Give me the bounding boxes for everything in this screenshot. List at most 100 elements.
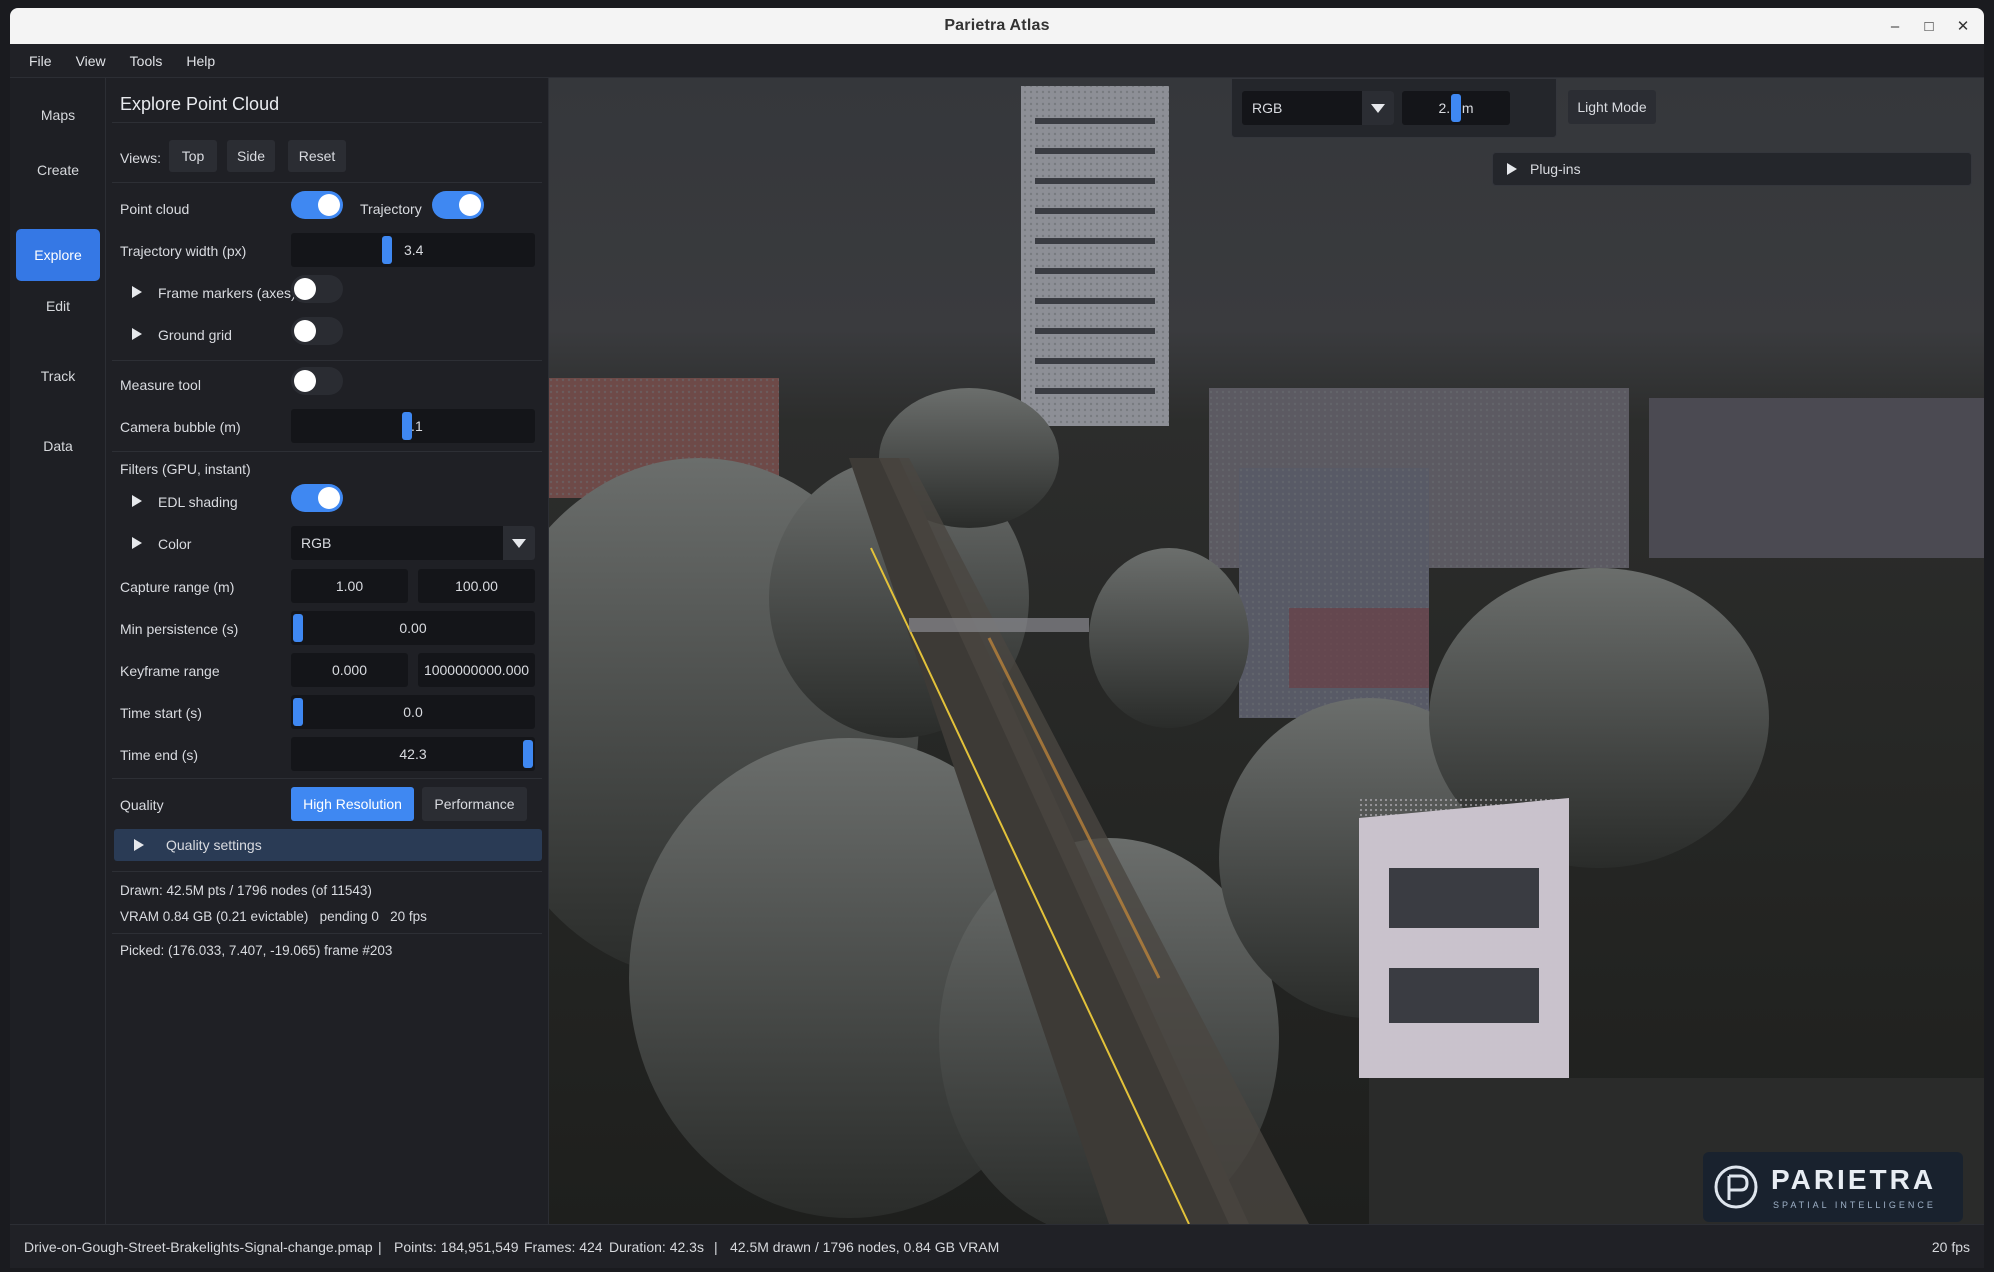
status-drawn: 42.5M drawn / 1796 nodes, 0.84 GB VRAM [730,1239,1000,1255]
keyframe-max-input[interactable]: 1000000000.000 [418,653,535,687]
capture-range-label: Capture range (m) [120,579,235,595]
point-cloud-scene [549,86,1984,1224]
plugins-label: Plug-ins [1530,161,1581,177]
explore-panel: Explore Point Cloud Views: Top Side Rese… [106,78,549,1224]
logo-tagline: SPATIAL INTELLIGENCE [1773,1200,1936,1210]
time-end-value: 42.3 [399,746,427,762]
color-label: Color [158,536,192,552]
time-start-slider[interactable]: 0.0 [291,695,535,729]
title-bar: Parietra Atlas – □ ✕ [10,8,1984,44]
nav-track[interactable]: Track [16,350,100,402]
chevron-down-icon [1371,104,1385,113]
nav-explore[interactable]: Explore [16,229,100,281]
capture-min-value: 1.00 [335,578,364,594]
frame-markers-expand-icon[interactable] [132,286,142,298]
menu-file[interactable]: File [29,53,52,69]
parietra-logo-icon [1714,1165,1758,1209]
quality-settings-label: Quality settings [166,837,262,853]
status-points: Points: 184,951,549 [394,1239,519,1255]
keyframe-range-label: Keyframe range [120,663,220,679]
menu-bar: File View Tools Help [10,44,1984,78]
bubble-size-slider[interactable]: 2.1 m [1402,91,1510,125]
capture-max-input[interactable]: 100.00 [418,569,535,603]
min-persistence-value: 0.00 [399,620,427,636]
camera-bubble-label: Camera bubble (m) [120,419,241,435]
measure-tool-toggle[interactable] [291,367,343,395]
keyframe-min-input[interactable]: 0.000 [291,653,408,687]
color-select[interactable]: RGB [291,526,535,560]
frame-markers-label: Frame markers (axes) [158,285,296,301]
point-cloud-viewport[interactable]: RGB 2.1 m Light Mode Plug-ins PARIETRA S… [549,78,1984,1224]
point-cloud-label: Point cloud [120,201,190,217]
keyframe-max-value: 1000000000.000 [423,662,530,678]
status-sep-1: | [378,1239,382,1255]
time-start-value: 0.0 [403,704,423,720]
status-sep-2: | [714,1239,718,1255]
status-frames: Frames: 424 [524,1239,603,1255]
view-reset-button[interactable]: Reset [288,140,346,172]
edl-expand-icon[interactable] [132,495,142,507]
edl-shading-toggle[interactable] [291,484,343,512]
filters-label: Filters (GPU, instant) [120,461,251,477]
side-nav: Maps Create Explore Edit Track Data [10,78,106,1224]
min-persistence-slider[interactable]: 0.00 [291,611,535,645]
trajectory-label: Trajectory [360,201,422,217]
time-end-label: Time end (s) [120,747,199,763]
view-overlay-toolbar: RGB 2.1 m [1231,78,1557,138]
color-mode-select[interactable]: RGB [1242,91,1394,125]
logo-name: PARIETRA [1771,1164,1937,1195]
nav-data[interactable]: Data [16,420,100,472]
color-mode-value: RGB [1252,100,1283,116]
view-side-button[interactable]: Side [227,140,275,172]
plugins-header[interactable]: Plug-ins [1492,152,1972,186]
nav-maps[interactable]: Maps [16,89,100,141]
color-select-value: RGB [301,535,332,551]
nav-create[interactable]: Create [16,144,100,196]
point-cloud-toggle[interactable] [291,191,343,219]
ground-grid-expand-icon[interactable] [132,328,142,340]
status-duration: Duration: 42.3s [609,1239,704,1255]
time-end-slider[interactable]: 42.3 [291,737,535,771]
light-mode-button[interactable]: Light Mode [1568,90,1656,124]
menu-tools[interactable]: Tools [130,53,163,69]
capture-max-value: 100.00 [455,578,498,594]
plugins-expand-icon [1507,163,1517,175]
window-title: Parietra Atlas [944,17,1050,34]
menu-help[interactable]: Help [186,53,215,69]
stats-vram: VRAM 0.84 GB (0.21 evictable) pending 0 … [120,909,427,924]
traj-width-value: 3.4 [404,242,424,258]
time-start-label: Time start (s) [120,705,202,721]
color-expand-icon[interactable] [132,537,142,549]
stats-drawn: Drawn: 42.5M pts / 1796 nodes (of 11543) [120,883,372,898]
min-persistence-label: Min persistence (s) [120,621,239,637]
menu-view[interactable]: View [76,53,106,69]
status-bar: Drive-on-Gough-Street-Brakelights-Signal… [10,1224,1984,1268]
quality-settings-expand-icon [134,839,144,851]
quality-high-res-button[interactable]: High Resolution [291,787,414,821]
frame-markers-toggle[interactable] [291,275,343,303]
status-fps: 20 fps [1931,1239,1970,1255]
picked-point: Picked: (176.033, 7.407, -19.065) frame … [120,943,393,958]
nav-edit[interactable]: Edit [16,280,100,332]
close-icon[interactable]: ✕ [1956,17,1970,35]
maximize-icon[interactable]: □ [1922,18,1936,35]
quality-settings-header[interactable]: Quality settings [114,829,542,861]
measure-tool-label: Measure tool [120,377,201,393]
view-top-button[interactable]: Top [169,140,217,172]
camera-bubble-slider[interactable]: 2.1 [291,409,535,443]
parietra-logo: PARIETRA SPATIAL INTELLIGENCE [1703,1152,1963,1222]
quality-performance-button[interactable]: Performance [422,787,527,821]
edl-shading-label: EDL shading [158,494,238,510]
trajectory-toggle[interactable] [432,191,484,219]
views-label: Views: [120,150,161,166]
keyframe-min-value: 0.000 [331,662,368,678]
panel-title: Explore Point Cloud [120,94,280,114]
quality-label: Quality [120,797,164,813]
minimize-icon[interactable]: – [1888,18,1902,35]
capture-min-input[interactable]: 1.00 [291,569,408,603]
chevron-down-icon [512,539,526,548]
traj-width-slider[interactable]: 3.4 [291,233,535,267]
ground-grid-toggle[interactable] [291,317,343,345]
traj-width-label: Trajectory width (px) [120,243,247,259]
camera-bubble-value: 2.1 [403,418,423,434]
